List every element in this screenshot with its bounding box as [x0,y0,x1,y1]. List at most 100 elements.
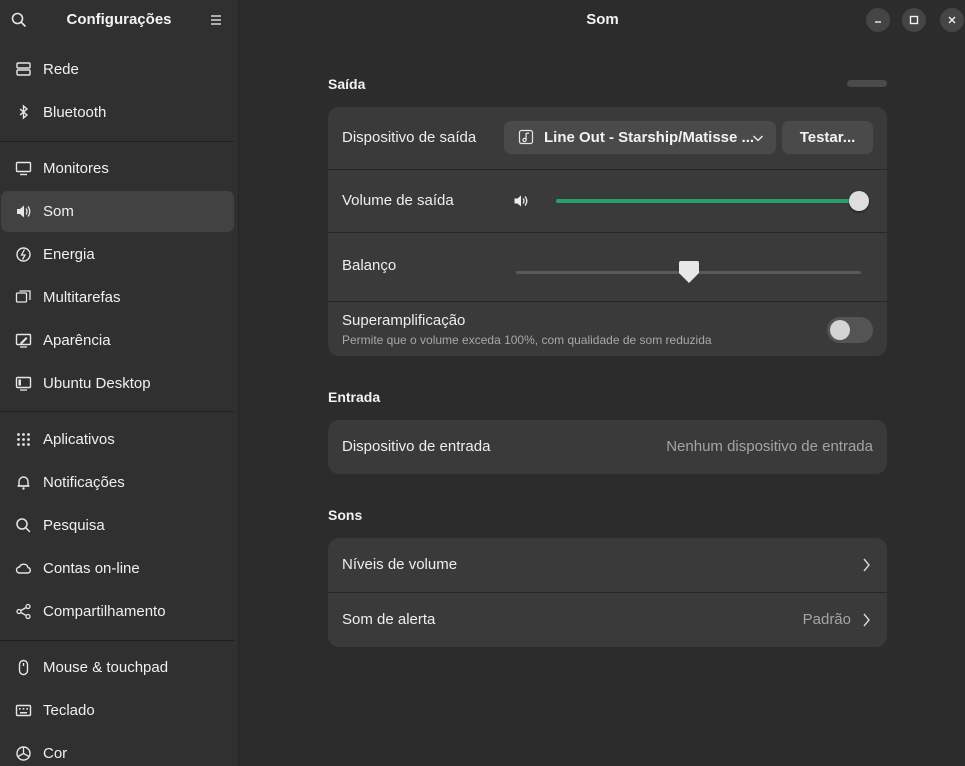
keyboard-icon [15,702,32,719]
sidebar-item-notificacoes[interactable]: Notificações [1,462,234,503]
output-volume-row: Volume de saída [328,170,887,232]
sidebar-item-cor[interactable]: Cor [1,733,234,766]
sidebar-item-label: Compartilhamento [43,603,166,620]
sidebar: Configurações Rede Bluetooth Monitores S… [0,0,239,766]
sidebar-title: Configurações [66,11,172,28]
volume-levels-label: Níveis de volume [342,556,458,573]
cloud-icon [15,560,32,577]
music-note-icon [518,129,534,145]
bluetooth-icon [15,104,32,121]
sidebar-separator [0,640,234,641]
sidebar-item-label: Contas on-line [43,560,140,577]
input-device-label: Dispositivo de entrada [342,438,491,455]
input-card: Dispositivo de entrada Nenhum dispositiv… [328,420,887,474]
toggle-knob [830,320,850,340]
overamplification-toggle[interactable] [827,317,873,343]
scroll-indicator [847,80,887,87]
alert-sound-value: Padrão [802,611,851,628]
sidebar-item-label: Monitores [43,160,109,177]
output-card: Dispositivo de saída Line Out - Starship… [328,107,887,356]
maximize-icon [909,15,919,25]
sidebar-item-aparencia[interactable]: Aparência [1,320,234,361]
chevron-right-icon [861,612,871,628]
speaker-icon [15,203,32,220]
sidebar-item-energia[interactable]: Energia [1,234,234,275]
sidebar-separator [0,141,234,142]
search-icon [15,517,32,534]
sidebar-item-ubuntu-desktop[interactable]: Ubuntu Desktop [1,363,234,404]
input-device-value: Nenhum dispositivo de entrada [666,438,873,455]
close-button[interactable] [940,8,964,32]
apps-grid-icon [15,431,32,448]
output-volume-fill [556,199,859,203]
overamplification-label: Superamplificação [342,312,466,329]
sidebar-item-label: Ubuntu Desktop [43,375,151,392]
output-device-row: Dispositivo de saída Line Out - Starship… [328,107,887,169]
balance-row: Balanço [328,233,887,301]
chevron-right-icon [861,557,871,573]
output-device-label: Dispositivo de saída [342,129,477,146]
test-button[interactable]: Testar... [782,121,873,154]
overamplification-row: Superamplificação Permite que o volume e… [328,302,887,356]
input-section-title: Entrada [328,389,381,405]
output-section-title: Saída [328,76,366,92]
input-device-row[interactable]: Dispositivo de entrada Nenhum dispositiv… [328,420,887,474]
sounds-card: Níveis de volume Som de alerta Padrão [328,538,887,647]
sidebar-item-mouse-touchpad[interactable]: Mouse & touchpad [1,647,234,688]
sidebar-item-label: Mouse & touchpad [43,659,169,676]
sounds-section-title: Sons [328,507,363,523]
monitor-icon [15,160,32,177]
sidebar-item-pesquisa[interactable]: Pesquisa [1,505,234,546]
main-content: Som Saída Dispositivo de saída Line Out … [240,0,965,766]
sidebar-header: Configurações [0,0,238,40]
network-icon [15,61,32,78]
hamburger-menu-icon[interactable] [208,12,224,28]
sidebar-item-label: Bluetooth [43,104,107,121]
sidebar-item-label: Multitarefas [43,289,121,306]
output-volume-label: Volume de saída [342,192,454,209]
balance-handle[interactable] [678,260,700,285]
volume-levels-row[interactable]: Níveis de volume [328,538,887,592]
minimize-button[interactable] [866,8,890,32]
mouse-icon [15,659,32,676]
bell-icon [15,474,32,491]
sidebar-item-label: Notificações [43,474,125,491]
output-device-dropdown[interactable]: Line Out - Starship/Matisse ... [504,121,776,154]
sidebar-item-contas-online[interactable]: Contas on-line [1,548,234,589]
output-volume-handle[interactable] [849,191,869,211]
sidebar-item-teclado[interactable]: Teclado [1,690,234,731]
overamplification-description: Permite que o volume exceda 100%, com qu… [342,333,712,347]
multitasking-icon [15,289,32,306]
sidebar-item-aplicativos[interactable]: Aplicativos [1,419,234,460]
speaker-icon [513,193,529,209]
color-icon [15,745,32,762]
close-icon [948,16,956,24]
sidebar-item-bluetooth[interactable]: Bluetooth [1,92,234,133]
minimize-icon [875,21,881,23]
sidebar-item-label: Energia [43,246,95,263]
alert-sound-row[interactable]: Som de alerta Padrão [328,593,887,647]
output-device-value: Line Out - Starship/Matisse ... [544,129,755,146]
sidebar-item-compartilhamento[interactable]: Compartilhamento [1,591,234,632]
sidebar-item-label: Rede [43,61,79,78]
page-title: Som [586,11,619,28]
share-icon [15,603,32,620]
sidebar-item-monitores[interactable]: Monitores [1,148,234,189]
chevron-down-icon [752,131,764,143]
appearance-icon [15,332,32,349]
alert-sound-label: Som de alerta [342,611,436,628]
sidebar-item-rede[interactable]: Rede [1,49,234,90]
balance-label: Balanço [342,257,397,274]
sidebar-item-multitarefas[interactable]: Multitarefas [1,277,234,318]
sidebar-item-label: Cor [43,745,68,762]
sidebar-item-label: Pesquisa [43,517,105,534]
maximize-button[interactable] [902,8,926,32]
sidebar-item-label: Aplicativos [43,431,115,448]
desktop-icon [15,375,32,392]
sidebar-item-label: Aparência [43,332,111,349]
sidebar-separator [0,411,234,412]
power-icon [15,246,32,263]
sidebar-item-label: Teclado [43,702,95,719]
sidebar-item-label: Som [43,203,74,220]
sidebar-item-som[interactable]: Som [1,191,234,232]
